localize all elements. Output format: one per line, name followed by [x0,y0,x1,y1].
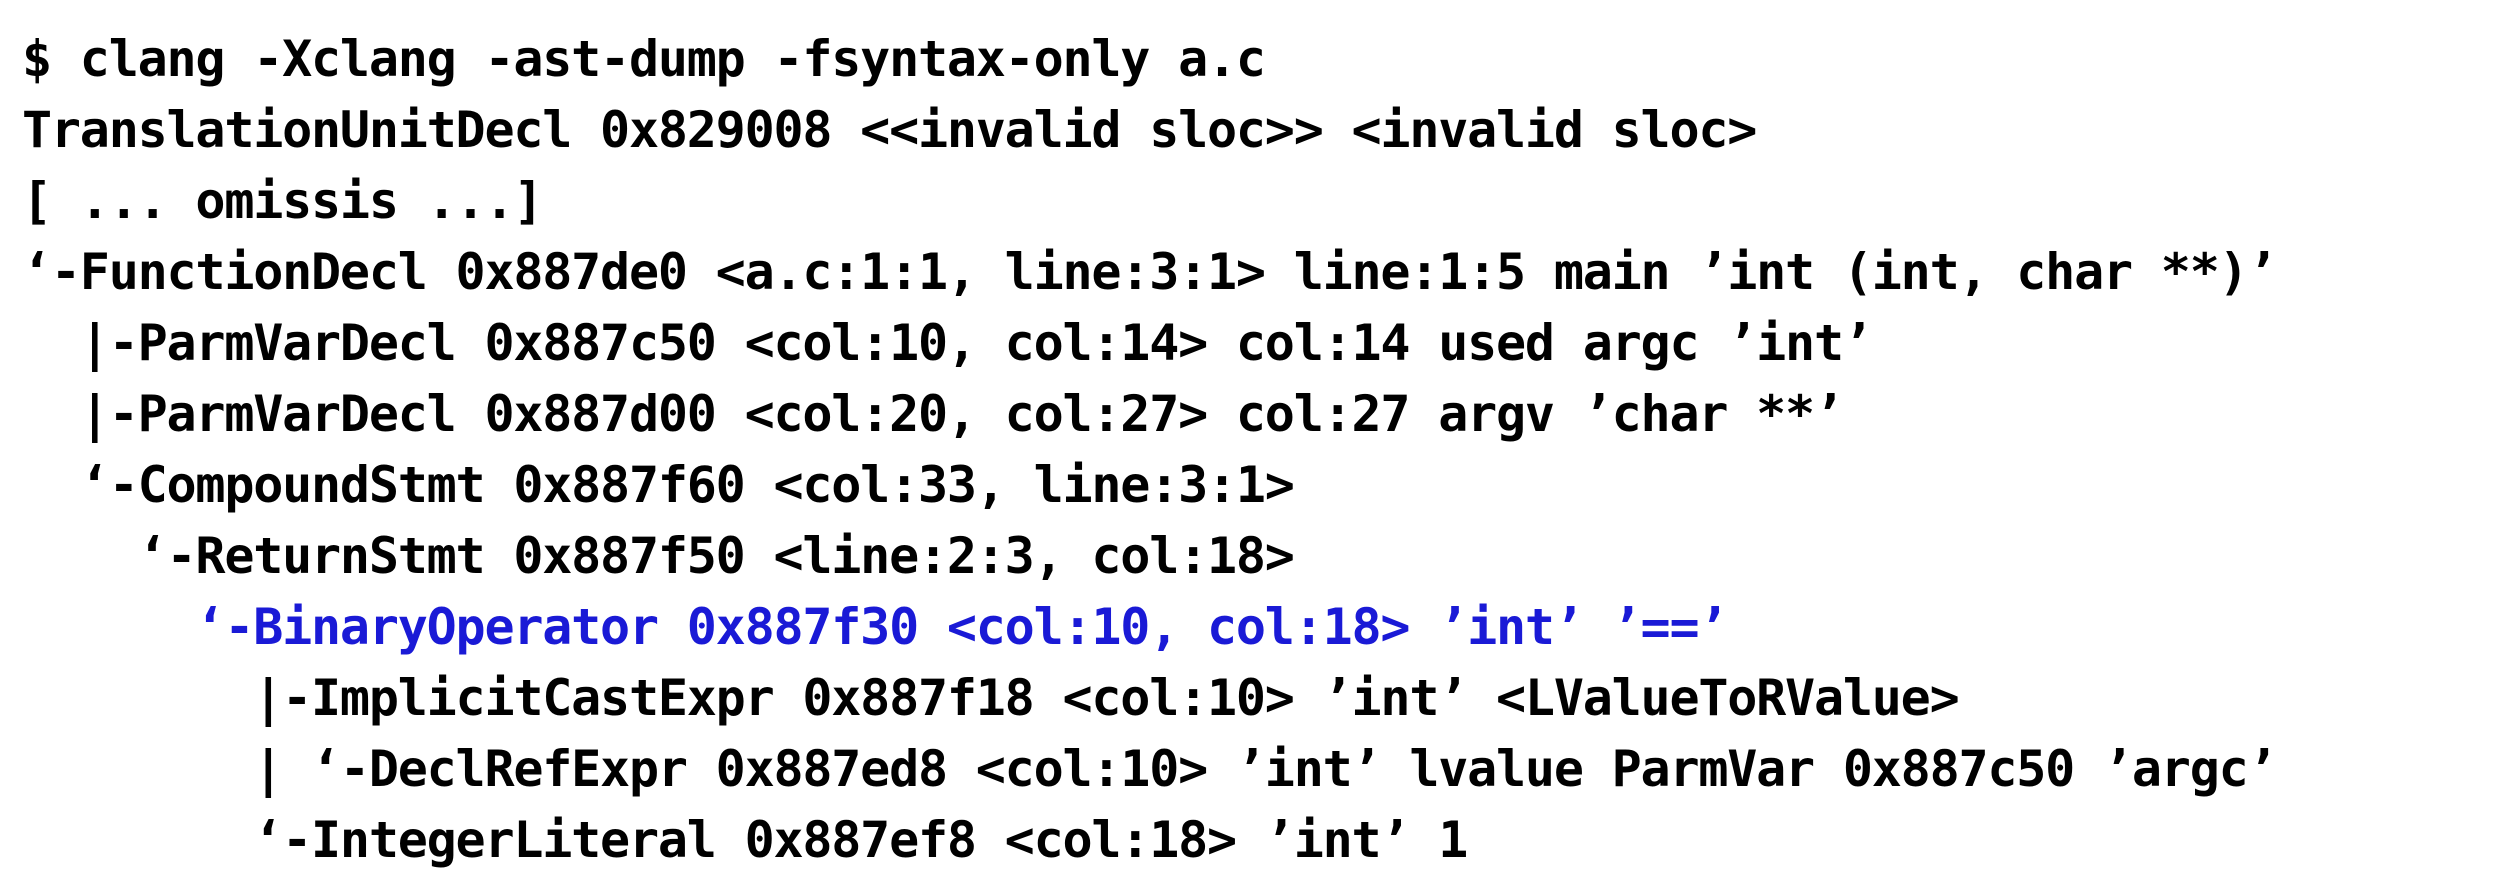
terminal-output: $ clang -Xclang -ast-dump -fsyntax-only … [0,0,2502,888]
ast-line-omissis: [ ... omissis ...] [22,172,543,230]
ast-line-implicit-cast: |-ImplicitCastExpr 0x887f18 <col:10> ’in… [22,669,1959,727]
ast-line-binary-operator: ‘-BinaryOperator 0x887f30 <col:10, col:1… [22,598,1728,656]
ast-line-compound-stmt: ‘-CompoundStmt 0x887f60 <col:33, line:3:… [22,456,1295,514]
ast-line-return-stmt: ‘-ReturnStmt 0x887f50 <line:2:3, col:18> [22,527,1295,585]
command-line: $ clang -Xclang -ast-dump -fsyntax-only … [22,30,1266,88]
ast-line-parm-argv: |-ParmVarDecl 0x887d00 <col:20, col:27> … [22,385,1844,443]
ast-line-parm-argc: |-ParmVarDecl 0x887c50 <col:10, col:14> … [22,314,1873,372]
ast-line-translation-unit: TranslationUnitDecl 0x829008 <<invalid s… [22,101,1757,159]
ast-line-decl-ref: | ‘-DeclRefExpr 0x887ed8 <col:10> ’int’ … [22,740,2277,798]
ast-line-integer-literal: ‘-IntegerLiteral 0x887ef8 <col:18> ’int’… [22,811,1468,869]
ast-dump-lines: $ clang -Xclang -ast-dump -fsyntax-only … [22,24,2278,876]
ast-line-function-decl: ‘-FunctionDecl 0x887de0 <a.c:1:1, line:3… [22,243,2278,301]
